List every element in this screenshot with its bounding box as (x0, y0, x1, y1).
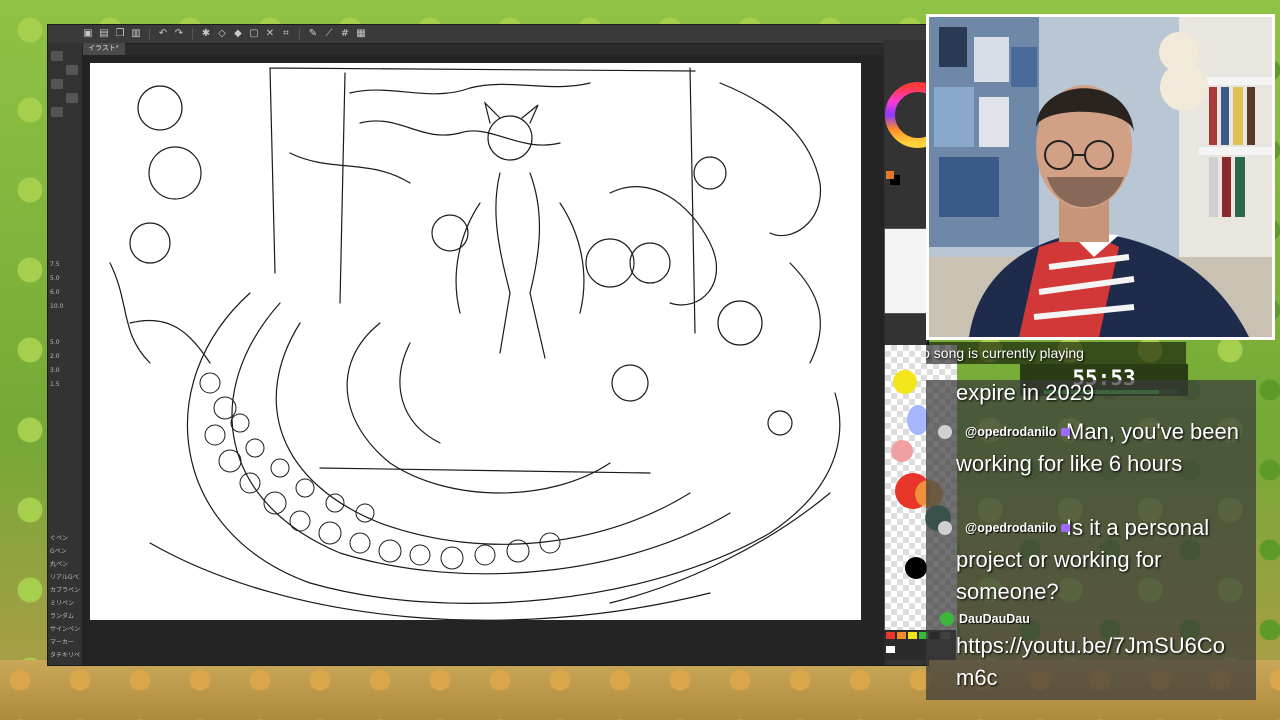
tool-button[interactable] (51, 107, 63, 117)
sketch-artwork (109, 67, 841, 620)
toolbar-divider (192, 28, 193, 40)
webcam-image (929, 17, 1272, 337)
subtool-item[interactable]: Gペン (50, 546, 80, 555)
save-icon[interactable]: ▤ (98, 28, 110, 40)
subtool-item[interactable]: ランダム (50, 611, 80, 620)
crop-icon[interactable]: ⌗ (280, 28, 292, 40)
subscriber-badge-icon (1061, 428, 1071, 436)
brush-size-value[interactable]: 2.0 (50, 353, 80, 360)
now-playing-ticker: No song is currently playing (926, 342, 1186, 364)
navigator-preview[interactable] (884, 228, 930, 314)
chat-message: DauDauDau https://youtu.be/7JmSU6Com6c (926, 608, 1256, 694)
pen-icon[interactable]: ✎ (307, 28, 319, 40)
chat-message-text: expire in 2029 (956, 380, 1095, 405)
toolbar-divider (299, 28, 300, 40)
brush-size-value[interactable]: 7.5 (50, 261, 80, 268)
tool-button[interactable] (51, 79, 63, 89)
drawing-canvas[interactable] (90, 63, 861, 620)
chat-message: @opedrodanilo Man, you've been working f… (926, 416, 1256, 480)
document-tab[interactable]: イラスト* (82, 43, 125, 55)
subtool-item[interactable]: マーカー (50, 637, 80, 646)
brush-size-value[interactable]: 3.0 (50, 367, 80, 374)
chat-user-row: @opedrodanilo (926, 421, 1071, 443)
chat-message: expire in 2029 (926, 380, 1256, 408)
tool-property-rail: 7.5 5.0 6.0 10.0 5.0 2.0 3.0 1.5 ぐペン Gペン… (48, 43, 83, 665)
user-avatar (938, 425, 952, 439)
layer-icon[interactable]: ▦ (355, 28, 367, 40)
color-wheel[interactable] (884, 40, 951, 190)
open-file-icon[interactable]: ▣ (82, 28, 94, 40)
swatch[interactable] (897, 632, 906, 639)
subtool-item[interactable]: タチキリペン (50, 650, 80, 659)
chat-message: @opedrodanilo Is it a personal project o… (926, 512, 1256, 608)
color-wheel-panel[interactable] (884, 40, 951, 190)
paste-icon[interactable]: ▥ (130, 28, 142, 40)
tool-button[interactable] (51, 51, 63, 61)
paint-blob[interactable] (891, 440, 913, 462)
paint-blob[interactable] (893, 370, 917, 394)
subtool-item[interactable]: ぐペン (50, 533, 80, 542)
drawing-app-window: ▣ ▤ ❐ ▥ ↶ ↷ ✱ ◇ ◆ ▢ ✕ ⌗ ✎ ⟋ # ▦ イラスト* 7.… (47, 24, 929, 666)
swatch[interactable] (908, 632, 917, 639)
now-playing-text: No song is currently playing (926, 345, 1084, 361)
ruler-icon[interactable]: ⟋ (323, 28, 335, 40)
subtool-item[interactable]: 丸ペン (50, 559, 80, 568)
grid-icon[interactable]: # (339, 28, 351, 40)
canvas-area[interactable] (82, 55, 918, 665)
tool-button[interactable] (66, 93, 78, 103)
transform-icon[interactable]: ◇ (216, 28, 228, 40)
user-avatar (940, 612, 954, 626)
subtool-item[interactable]: リアルGペン (50, 572, 80, 581)
paint-blob[interactable] (905, 557, 927, 579)
copy-icon[interactable]: ❐ (114, 28, 126, 40)
brush-size-value[interactable]: 1.5 (50, 381, 80, 388)
app-toolbar: ▣ ▤ ❐ ▥ ↶ ↷ ✱ ◇ ◆ ▢ ✕ ⌗ ✎ ⟋ # ▦ (48, 25, 928, 44)
webcam-feed (926, 14, 1275, 340)
toolbar-divider (149, 28, 150, 40)
subtool-item[interactable]: ミリペン (50, 598, 80, 607)
settings-icon[interactable]: ✱ (200, 28, 212, 40)
swatch[interactable] (886, 646, 895, 653)
user-avatar (938, 521, 952, 535)
redo-icon[interactable]: ↷ (173, 28, 185, 40)
select-icon[interactable]: ▢ (248, 28, 260, 40)
brush-size-value[interactable]: 10.0 (50, 303, 80, 310)
subscriber-badge-icon (1061, 524, 1071, 532)
chat-user-row: DauDauDau (926, 608, 1256, 630)
swatch[interactable] (886, 632, 895, 639)
brush-size-value[interactable]: 6.0 (50, 289, 80, 296)
clear-icon[interactable]: ✕ (264, 28, 276, 40)
chat-overlay: expire in 2029 @opedrodanilo Man, you've… (926, 380, 1256, 700)
subtool-item[interactable]: カブラペン (50, 585, 80, 594)
chat-message-link[interactable]: https://youtu.be/7JmSU6Com6c (926, 630, 1226, 694)
undo-icon[interactable]: ↶ (157, 28, 169, 40)
chat-username[interactable]: DauDauDau (959, 612, 1030, 626)
brush-size-value[interactable]: 5.0 (50, 275, 80, 282)
subtool-item[interactable]: サインペン (50, 624, 80, 633)
fill-icon[interactable]: ◆ (232, 28, 244, 40)
tool-button[interactable] (66, 65, 78, 75)
brush-size-value[interactable]: 5.0 (50, 339, 80, 346)
chat-username[interactable]: @opedrodanilo (965, 521, 1056, 535)
chat-user-row: @opedrodanilo (926, 517, 1071, 539)
chat-username[interactable]: @opedrodanilo (965, 425, 1056, 439)
